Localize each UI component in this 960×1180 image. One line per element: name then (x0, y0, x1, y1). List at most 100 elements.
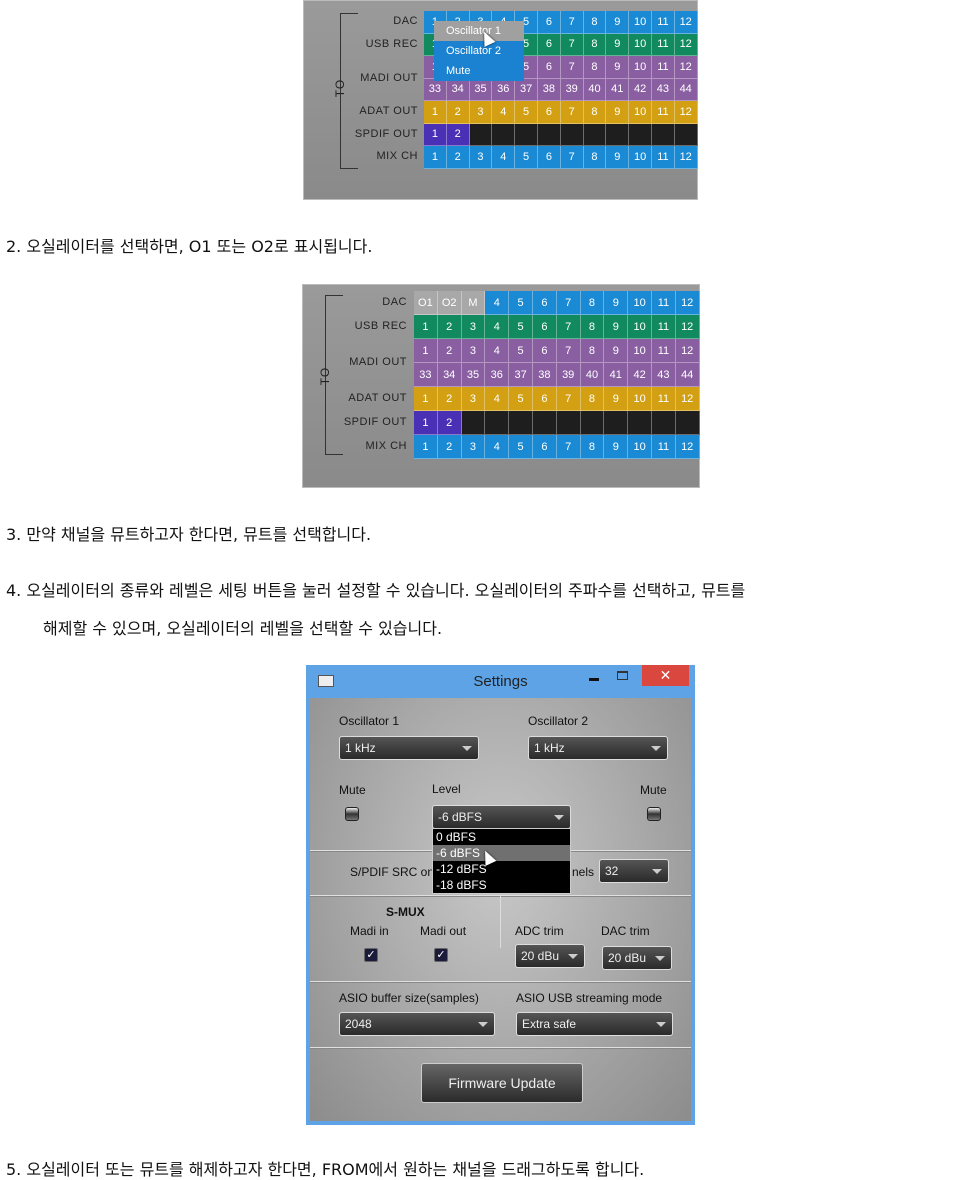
mute-left-toggle[interactable] (345, 807, 359, 821)
level-dropdown[interactable]: -6 dBFS (432, 805, 571, 829)
channel-cell[interactable]: 7 (560, 11, 584, 34)
channel-cell[interactable]: 7 (556, 435, 581, 459)
channel-cell[interactable]: 8 (583, 11, 607, 34)
channel-cell[interactable]: 1 (414, 339, 438, 363)
channel-cell[interactable]: 10 (629, 101, 652, 124)
channel-cell[interactable]: 43 (652, 363, 676, 387)
maximize-button[interactable] (617, 671, 628, 680)
channel-cell[interactable]: 4 (485, 315, 510, 339)
channel-cell[interactable] (538, 123, 561, 146)
channel-cell[interactable]: 9 (604, 435, 629, 459)
firmware-update-button[interactable]: Firmware Update (421, 1063, 583, 1103)
channel-cell[interactable] (515, 123, 538, 146)
channel-cell[interactable]: 1 (414, 411, 438, 435)
channel-cell[interactable]: 36 (492, 78, 516, 101)
channel-cell[interactable]: 7 (560, 101, 584, 124)
channel-cell[interactable]: 12 (675, 291, 700, 315)
channel-cell[interactable]: 9 (604, 387, 629, 411)
channel-cell[interactable]: 2 (437, 411, 462, 435)
level-option[interactable]: 0 dBFS (433, 829, 570, 845)
channel-cell[interactable]: 6 (533, 339, 557, 363)
channel-cell[interactable] (560, 123, 584, 146)
channel-cell[interactable]: 8 (583, 146, 607, 169)
asio-mode-dropdown[interactable]: Extra safe (516, 1012, 673, 1036)
channel-cell[interactable]: 4 (485, 291, 510, 315)
channel-cell[interactable]: 6 (538, 146, 561, 169)
channel-cell[interactable]: 2 (437, 315, 462, 339)
level-option[interactable]: -18 dBFS (433, 877, 570, 893)
channel-cell[interactable] (606, 123, 630, 146)
minimize-button[interactable] (589, 678, 599, 681)
channel-cell[interactable]: 10 (628, 387, 652, 411)
channel-cell[interactable]: 9 (606, 146, 630, 169)
level-option[interactable]: -12 dBFS (433, 861, 570, 877)
channel-cell[interactable]: 12 (674, 56, 698, 79)
channel-cell[interactable] (652, 411, 676, 435)
channel-cell[interactable]: 12 (675, 339, 700, 363)
channel-cell[interactable]: 43 (652, 78, 675, 101)
channel-cell[interactable]: 7 (560, 56, 584, 79)
channel-cell[interactable]: 11 (652, 387, 676, 411)
oscillator-1-dropdown[interactable]: 1 kHz (339, 736, 479, 760)
channel-cell[interactable]: 39 (560, 78, 584, 101)
channel-cell[interactable]: 12 (674, 33, 698, 56)
channel-cell[interactable] (556, 411, 581, 435)
channel-cell[interactable]: 9 (604, 291, 629, 315)
channel-cell[interactable]: 4 (485, 435, 510, 459)
channel-cell[interactable]: 4 (485, 387, 510, 411)
channel-cell[interactable]: 4 (492, 101, 516, 124)
channel-cell[interactable]: 7 (556, 387, 581, 411)
channel-cell[interactable]: 34 (446, 78, 470, 101)
channel-cell[interactable]: 7 (560, 146, 584, 169)
channel-cell[interactable]: 33 (424, 78, 447, 101)
channel-cell[interactable]: 40 (583, 78, 607, 101)
channel-cell[interactable]: 8 (580, 291, 605, 315)
menu-item-oscillator-2[interactable]: Oscillator 2 (434, 41, 524, 61)
channel-cell[interactable] (469, 123, 493, 146)
channel-cell[interactable]: O2 (437, 291, 462, 315)
channel-cell[interactable]: 11 (652, 33, 675, 56)
channel-cell[interactable]: 10 (629, 33, 652, 56)
channel-cell[interactable]: 12 (675, 315, 700, 339)
channel-cell[interactable]: 34 (437, 363, 462, 387)
channel-cell[interactable] (580, 411, 605, 435)
channel-cell[interactable]: 10 (628, 315, 652, 339)
channel-cell[interactable] (629, 123, 652, 146)
channel-cell[interactable]: 41 (604, 363, 629, 387)
channel-cell[interactable] (583, 123, 607, 146)
channel-cell[interactable]: 6 (533, 387, 557, 411)
channel-cell[interactable]: 11 (652, 101, 675, 124)
channel-cell[interactable]: 44 (675, 363, 700, 387)
channel-cell[interactable]: 6 (538, 101, 561, 124)
level-option[interactable]: -6 dBFS (433, 845, 570, 861)
channel-cell[interactable]: 3 (469, 146, 493, 169)
channel-cell[interactable]: 37 (509, 363, 533, 387)
channel-cell[interactable]: 11 (652, 11, 675, 34)
menu-item-mute[interactable]: Mute (434, 61, 524, 81)
channel-cell[interactable]: 8 (580, 339, 605, 363)
channel-cell[interactable]: 33 (414, 363, 438, 387)
channel-cell[interactable]: 8 (580, 387, 605, 411)
channel-cell[interactable] (652, 123, 675, 146)
channel-cell[interactable]: 11 (652, 315, 676, 339)
channel-cell[interactable]: 3 (461, 387, 486, 411)
channel-cell[interactable]: 2 (446, 101, 470, 124)
channel-cell[interactable]: 42 (629, 78, 652, 101)
channel-cell[interactable]: 12 (674, 11, 698, 34)
channel-cell[interactable]: 8 (583, 101, 607, 124)
channel-cell[interactable]: 7 (560, 33, 584, 56)
channel-cell[interactable]: 8 (583, 33, 607, 56)
channel-cell[interactable]: 8 (580, 435, 605, 459)
channel-cell[interactable]: 11 (652, 291, 676, 315)
channel-cell[interactable]: 12 (674, 101, 698, 124)
channel-cell[interactable]: 41 (606, 78, 630, 101)
channel-cell[interactable]: 1 (414, 435, 438, 459)
channel-cell[interactable]: 6 (538, 11, 561, 34)
channel-cell[interactable] (485, 411, 510, 435)
channel-cell[interactable]: 7 (556, 339, 581, 363)
channel-cell[interactable]: 3 (469, 101, 493, 124)
channel-cell[interactable]: 5 (509, 339, 533, 363)
channel-cell[interactable]: 5 (515, 146, 538, 169)
asio-buffer-dropdown[interactable]: 2048 (339, 1012, 495, 1036)
oscillator-2-dropdown[interactable]: 1 kHz (528, 736, 668, 760)
